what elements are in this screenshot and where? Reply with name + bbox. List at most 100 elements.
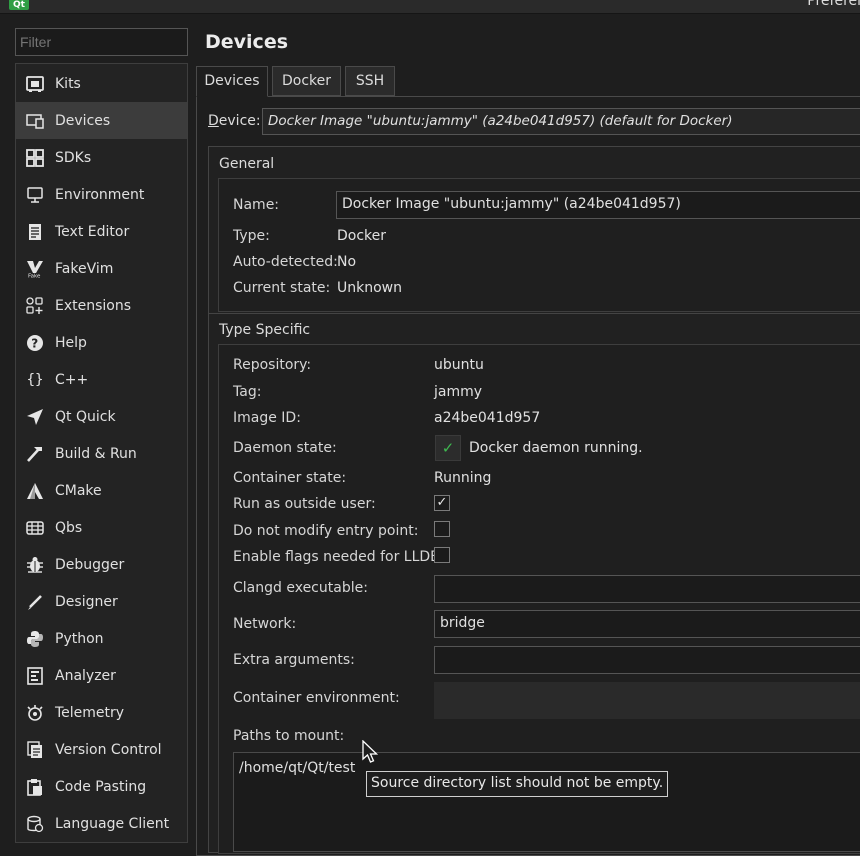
nav-item-label: Debugger xyxy=(55,556,125,573)
fakevim-icon: Fake xyxy=(24,258,46,280)
version-control-icon xyxy=(24,739,46,761)
svg-text:?: ? xyxy=(31,336,38,350)
nav-item-cpp[interactable]: {} C++ xyxy=(16,361,187,398)
tab-ssh[interactable]: SSH xyxy=(345,66,395,96)
current-state-value: Unknown xyxy=(337,280,402,296)
title-bar: Qt Preferen xyxy=(0,0,860,14)
qbs-icon xyxy=(24,517,46,539)
mouse-cursor-icon xyxy=(362,740,379,763)
nav-item-label: Help xyxy=(55,334,87,351)
enable-lldb-flags-label: Enable flags needed for LLDB: xyxy=(233,549,445,565)
nav-item-python[interactable]: Python xyxy=(16,620,187,657)
nav-item-devices[interactable]: Devices xyxy=(16,102,187,139)
device-label: Device: xyxy=(208,113,261,129)
auto-detected-value: No xyxy=(337,254,357,270)
nav-item-label: Qbs xyxy=(55,519,83,536)
nav-item-label: CMake xyxy=(55,482,102,499)
svg-text:Fake: Fake xyxy=(28,273,41,278)
nav-item-label: Kits xyxy=(55,75,81,92)
page-title: Devices xyxy=(205,31,289,53)
debugger-icon xyxy=(24,554,46,576)
nav-item-analyzer[interactable]: Analyzer xyxy=(16,657,187,694)
extra-arguments-input[interactable] xyxy=(434,646,860,674)
network-input[interactable]: bridge xyxy=(434,610,860,638)
window-title: Preferen xyxy=(807,0,860,9)
nav-item-label: Language Client xyxy=(55,815,170,832)
list-item[interactable]: /home/qt/Qt/test xyxy=(239,760,355,776)
kits-icon xyxy=(24,73,46,95)
qt-logo-icon: Qt xyxy=(9,0,29,10)
nav-item-language-client[interactable]: Language Client xyxy=(16,805,187,842)
analyzer-icon xyxy=(24,665,46,687)
nav-item-label: Code Pasting xyxy=(55,778,147,795)
nav-item-label: Devices xyxy=(55,112,111,129)
general-group-title: General xyxy=(219,156,275,172)
run-as-outside-user-label: Run as outside user: xyxy=(233,496,376,512)
nav-item-help[interactable]: ? Help xyxy=(16,324,187,361)
filter-input[interactable] xyxy=(15,28,188,56)
nav-item-telemetry[interactable]: Telemetry xyxy=(16,694,187,731)
paths-to-mount-label: Paths to mount: xyxy=(233,728,345,744)
type-label: Type: xyxy=(233,228,270,244)
container-environment-label: Container environment: xyxy=(233,690,400,706)
nav-item-cmake[interactable]: CMake xyxy=(16,472,187,509)
nav-item-debugger[interactable]: Debugger xyxy=(16,546,187,583)
device-name-input[interactable]: Docker Image "ubuntu:jammy" (a24be041d95… xyxy=(336,191,860,219)
name-label: Name: xyxy=(233,197,280,213)
nav-item-build-run[interactable]: Build & Run xyxy=(16,435,187,472)
nav-item-sdks[interactable]: SDKs xyxy=(16,139,187,176)
clangd-executable-input[interactable] xyxy=(434,575,860,603)
designer-icon xyxy=(24,591,46,613)
do-not-modify-entry-point-label: Do not modify entry point: xyxy=(233,523,419,539)
nav-item-kits[interactable]: Kits xyxy=(16,65,187,102)
nav-item-extensions[interactable]: Extensions xyxy=(16,287,187,324)
extra-arguments-label: Extra arguments: xyxy=(233,652,355,668)
nav-item-designer[interactable]: Designer xyxy=(16,583,187,620)
nav-item-version-control[interactable]: Version Control xyxy=(16,731,187,768)
image-id-value: a24be041d957 xyxy=(434,410,541,426)
nav-item-label: Python xyxy=(55,630,104,647)
do-not-modify-entry-point-checkbox[interactable] xyxy=(434,521,450,537)
nav-item-environment[interactable]: Environment xyxy=(16,176,187,213)
tag-label: Tag: xyxy=(233,384,262,400)
daemon-ok-check-icon: ✓ xyxy=(435,435,461,461)
run-as-outside-user-checkbox[interactable]: ✓ xyxy=(434,495,450,511)
nav-item-label: Analyzer xyxy=(55,667,116,684)
enable-lldb-flags-checkbox[interactable] xyxy=(434,547,450,563)
cpp-icon: {} xyxy=(26,371,44,388)
paths-to-mount-list[interactable]: /home/qt/Qt/test xyxy=(233,752,860,852)
nav-item-qt-quick[interactable]: Qt Quick xyxy=(16,398,187,435)
nav-item-label: C++ xyxy=(55,371,89,388)
image-id-label: Image ID: xyxy=(233,410,301,426)
tag-value: jammy xyxy=(434,384,483,400)
clangd-executable-label: Clangd executable: xyxy=(233,580,368,596)
nav-item-label: SDKs xyxy=(55,149,92,166)
language-client-icon xyxy=(24,813,46,835)
python-icon xyxy=(24,628,46,650)
container-state-value: Running xyxy=(434,470,492,486)
network-label: Network: xyxy=(233,616,297,632)
nav-item-label: Telemetry xyxy=(55,704,125,721)
environment-icon xyxy=(24,184,46,206)
nav-item-qbs[interactable]: Qbs xyxy=(16,509,187,546)
tooltip: Source directory list should not be empt… xyxy=(366,771,669,797)
type-specific-group-title: Type Specific xyxy=(219,322,311,338)
nav-item-label: Extensions xyxy=(55,297,132,314)
help-icon: ? xyxy=(24,332,46,354)
nav-item-label: Build & Run xyxy=(55,445,137,462)
preferences-category-list: Kits Devices SDKs Environment Text Edito… xyxy=(15,63,188,843)
tab-docker[interactable]: Docker xyxy=(272,66,341,96)
nav-item-label: Designer xyxy=(55,593,118,610)
extensions-icon xyxy=(24,295,46,317)
device-select[interactable]: Docker Image "ubuntu:jammy" (a24be041d95… xyxy=(262,108,860,135)
container-environment-field[interactable] xyxy=(434,682,860,719)
tab-devices[interactable]: Devices xyxy=(196,66,268,97)
nav-item-code-pasting[interactable]: Code Pasting xyxy=(16,768,187,805)
auto-detected-label: Auto-detected: xyxy=(233,254,338,270)
nav-item-text-editor[interactable]: Text Editor xyxy=(16,213,187,250)
repository-value: ubuntu xyxy=(434,357,484,373)
nav-item-label: Text Editor xyxy=(55,223,130,240)
nav-item-fakevim[interactable]: Fake FakeVim xyxy=(16,250,187,287)
code-pasting-icon xyxy=(24,776,46,798)
container-state-label: Container state: xyxy=(233,470,347,486)
